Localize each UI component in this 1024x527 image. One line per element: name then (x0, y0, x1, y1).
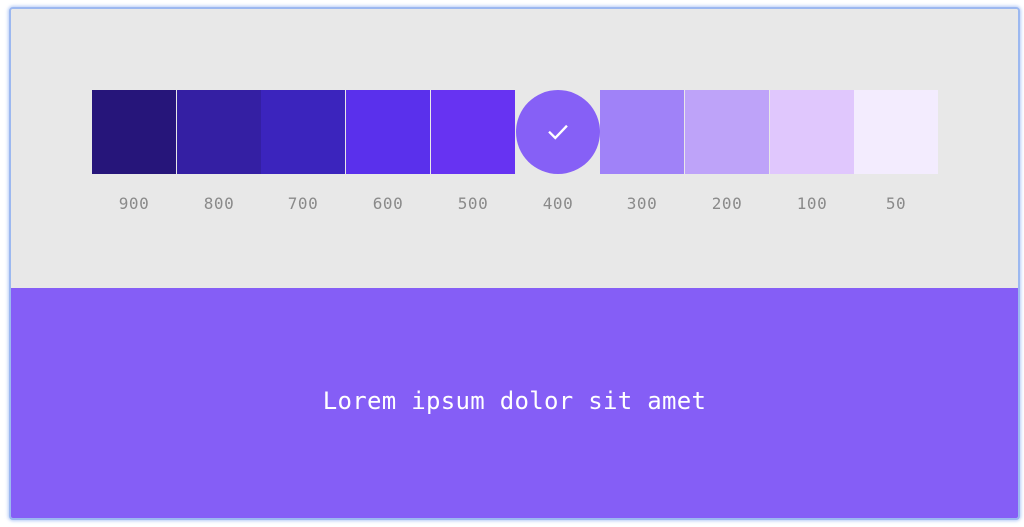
swatch-900[interactable] (92, 90, 176, 174)
swatch-row: 900 800 700 600 500 400 300 200 100 50 (92, 90, 939, 230)
swatch-label-200: 200 (711, 194, 743, 213)
swatch-800[interactable] (177, 90, 261, 174)
preview-text: Lorem ipsum dolor sit amet (322, 386, 707, 415)
swatch-label-300: 300 (626, 194, 658, 213)
swatch-500[interactable] (431, 90, 515, 174)
swatch-label-800: 800 (203, 194, 235, 213)
check-icon (548, 124, 568, 140)
swatch-label-700: 700 (287, 194, 319, 213)
swatch-600[interactable] (346, 90, 430, 174)
palette-panel: 900 800 700 600 500 400 300 200 100 50 (11, 9, 1018, 288)
swatch-label-900: 900 (118, 194, 150, 213)
swatch-50[interactable] (854, 90, 938, 174)
swatch-300[interactable] (600, 90, 684, 174)
swatch-label-400: 400 (542, 194, 574, 213)
swatch-label-600: 600 (372, 194, 404, 213)
preview-panel: Lorem ipsum dolor sit amet (11, 288, 1018, 518)
swatch-label-500: 500 (457, 194, 489, 213)
swatch-label-50: 50 (885, 194, 907, 213)
swatch-label-100: 100 (796, 194, 828, 213)
swatch-400-selected[interactable] (516, 90, 600, 174)
swatch-700[interactable] (261, 90, 345, 174)
swatch-200[interactable] (685, 90, 769, 174)
app-frame: 900 800 700 600 500 400 300 200 100 50 Lorem ipsu… (9, 7, 1020, 520)
swatch-100[interactable] (770, 90, 854, 174)
